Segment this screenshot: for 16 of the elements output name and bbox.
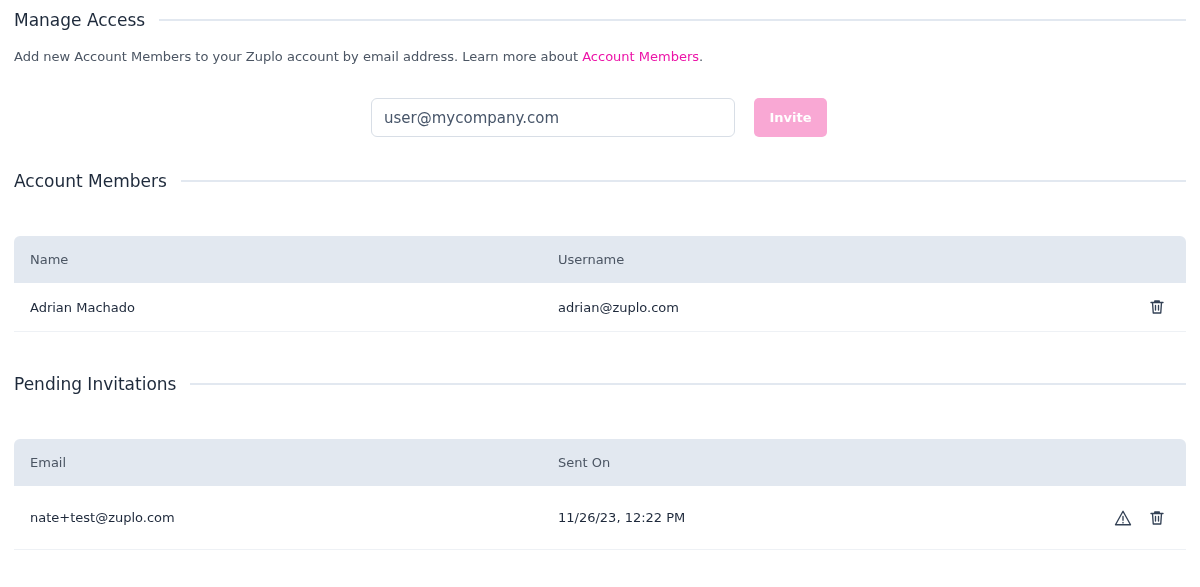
trash-icon[interactable] [1148,298,1166,316]
warning-icon[interactable] [1114,508,1132,527]
email-field[interactable]: user@mycompany.com [371,98,735,137]
description: Add new Account Members to your Zuplo account by email address. Learn more about Account Members. [14,49,705,64]
section-title: Account Members [14,171,167,191]
table-cell-text: 11/26/23, 12:22 PM [557,510,687,525]
section-title: Pending Invitations [14,374,177,394]
trash-icon[interactable] [1148,508,1166,527]
column-header: Username [557,252,626,267]
table-cell-text: Adrian Machado [29,299,136,315]
table-cell-text: adrian@zuplo.com [557,299,680,315]
section-title: Manage Access [14,10,146,30]
column-header: Email [29,455,68,470]
column-header: Name [29,252,70,267]
table-cell-text: nate+test@zuplo.com [29,510,176,525]
column-header: Sent On [557,455,612,470]
